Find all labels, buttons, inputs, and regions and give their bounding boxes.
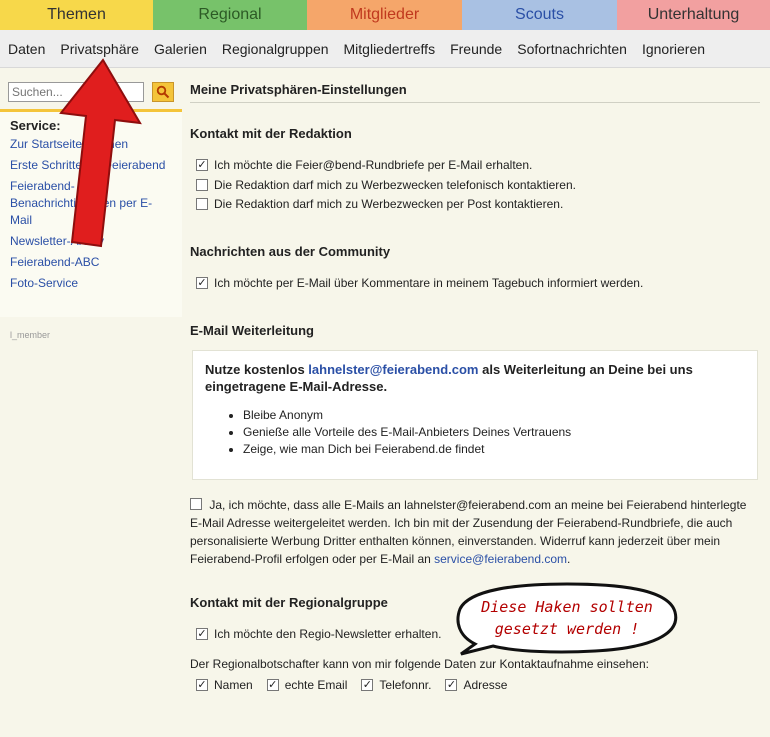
sub-nav-mitgliedertreffs[interactable]: Mitgliedertreffs [344, 41, 436, 57]
search-input[interactable] [8, 82, 144, 102]
page-title: Meine Privatsphären-Einstellungen [190, 82, 760, 103]
sub-nav-regionalgruppen[interactable]: Regionalgruppen [222, 41, 329, 57]
option-label: echte Email [284, 678, 348, 692]
option-namen[interactable]: ✓ Namen [196, 678, 253, 692]
checkbox-post[interactable] [196, 198, 208, 210]
option-echte-email[interactable]: ✓ echte Email [266, 678, 348, 692]
link-foto-service[interactable]: Foto-Service [10, 275, 172, 292]
annotation-line-1: Diese Haken sollten [481, 598, 653, 616]
top-nav-mitglieder[interactable]: Mitglieder [307, 0, 462, 30]
contact-data-options: ✓ Namen ✓ echte Email ✓ Telefonnr. ✓ Adresse [196, 678, 521, 692]
checkbox-forward[interactable] [190, 498, 202, 510]
checkbox-namen[interactable]: ✓ [196, 679, 208, 691]
option-label: Die Redaktion darf mich zu Werbezwecken … [214, 197, 564, 211]
option-telefonnr[interactable]: ✓ Telefonnr. [361, 678, 431, 692]
option-telefonisch[interactable]: Die Redaktion darf mich zu Werbezwecken … [196, 178, 576, 192]
top-nav-unterhaltung[interactable]: Unterhaltung [617, 0, 770, 30]
option-label: Ich möchte per E-Mail über Kommentare in… [214, 276, 644, 290]
service-box: Service: Zur Startseite machen Erste Sch… [0, 109, 182, 317]
sub-nav-freunde[interactable]: Freunde [450, 41, 502, 57]
checkbox-telefonnr[interactable]: ✓ [361, 679, 374, 691]
option-label: Die Redaktion darf mich zu Werbezwecken … [214, 178, 576, 192]
service-email-link[interactable]: service@feierabend.com [434, 552, 567, 566]
checkbox-rundbriefe[interactable]: ✓ [196, 159, 208, 171]
promo-bullets: Bleibe Anonym Genieße alle Vorteile des … [243, 407, 745, 458]
top-nav-scouts[interactable]: Scouts [462, 0, 617, 30]
top-nav-themen[interactable]: Themen [0, 0, 153, 30]
option-label: Adresse [463, 678, 508, 692]
option-label: Ich möchte den Regio-Newsletter erhalten… [214, 627, 442, 641]
sub-nav-daten[interactable]: Daten [8, 41, 45, 57]
checkbox-echte-email[interactable]: ✓ [266, 679, 279, 691]
option-post[interactable]: Die Redaktion darf mich zu Werbezwecken … [196, 197, 563, 211]
option-rundbriefe[interactable]: ✓ Ich möchte die Feier@bend-Rundbriefe p… [196, 158, 532, 172]
list-item: Bleibe Anonym [243, 407, 745, 424]
forward-end: . [567, 552, 571, 566]
promo-prefix: Nutze kostenlos [205, 362, 309, 377]
member-label: l_member [10, 330, 51, 340]
forward-consent: Ja, ich möchte, dass alle E-Mails an lah… [190, 496, 756, 568]
checkbox-adresse[interactable]: ✓ [445, 679, 458, 691]
regional-info: Der Regionalbotschafter kann von mir fol… [190, 657, 649, 671]
section-title-regionalgruppe: Kontakt mit der Regionalgruppe [190, 595, 388, 610]
search-icon [156, 85, 170, 99]
promo-email: lahnelster@feierabend.com [308, 362, 479, 377]
search-button[interactable] [152, 82, 174, 102]
promo-box: Nutze kostenlos lahnelster@feierabend.co… [192, 350, 758, 480]
promo-text: Nutze kostenlos lahnelster@feierabend.co… [205, 361, 745, 395]
checkbox-kommentare[interactable]: ✓ [196, 277, 208, 289]
sub-nav-privatsphaere[interactable]: Privatsphäre [60, 41, 139, 57]
checkbox-regio-newsletter[interactable]: ✓ [196, 628, 208, 640]
top-nav-regional[interactable]: Regional [153, 0, 307, 30]
section-title-weiterleitung: E-Mail Weiterleitung [190, 323, 314, 338]
option-kommentare[interactable]: ✓ Ich möchte per E-Mail über Kommentare … [196, 276, 643, 290]
link-feierabend-abc[interactable]: Feierabend-ABC [10, 254, 172, 271]
sub-nav-galerien[interactable]: Galerien [154, 41, 207, 57]
option-label: Ich möchte die Feier@bend-Rundbriefe per… [214, 158, 533, 172]
option-label: Telefonnr. [379, 678, 432, 692]
option-adresse[interactable]: ✓ Adresse [445, 678, 507, 692]
sub-nav-ignorieren[interactable]: Ignorieren [642, 41, 705, 57]
option-regio-newsletter[interactable]: ✓ Ich möchte den Regio-Newsletter erhalt… [196, 627, 441, 641]
sub-nav-sofortnachrichten[interactable]: Sofortnachrichten [517, 41, 627, 57]
top-nav: Themen Regional Mitglieder Scouts Unterh… [0, 0, 770, 30]
link-erste-schritte[interactable]: Erste Schritte bei Feierabend [10, 157, 172, 174]
annotation-text: Diese Haken sollten gesetzt werden ! [455, 596, 679, 640]
section-title-redaktion: Kontakt mit der Redaktion [190, 126, 352, 141]
sidebar: Service: Zur Startseite machen Erste Sch… [0, 68, 182, 737]
service-title: Service: [10, 118, 61, 133]
list-item: Zeige, wie man Dich bei Feierabend.de fi… [243, 441, 745, 458]
list-item: Genieße alle Vorteile des E-Mail-Anbiete… [243, 424, 745, 441]
annotation-line-2: gesetzt werden ! [494, 620, 640, 638]
checkbox-telefonisch[interactable] [196, 179, 208, 191]
option-label: Namen [214, 678, 253, 692]
link-benachrichtigungen[interactable]: Feierabend-Benachrichtigungen per E-Mail [10, 178, 172, 229]
sub-nav: Daten Privatsphäre Galerien Regionalgrup… [0, 30, 770, 68]
link-startseite[interactable]: Zur Startseite machen [10, 136, 172, 153]
section-title-community: Nachrichten aus der Community [190, 244, 391, 259]
link-newsletter-archiv[interactable]: Newsletter-Archiv [10, 233, 172, 250]
